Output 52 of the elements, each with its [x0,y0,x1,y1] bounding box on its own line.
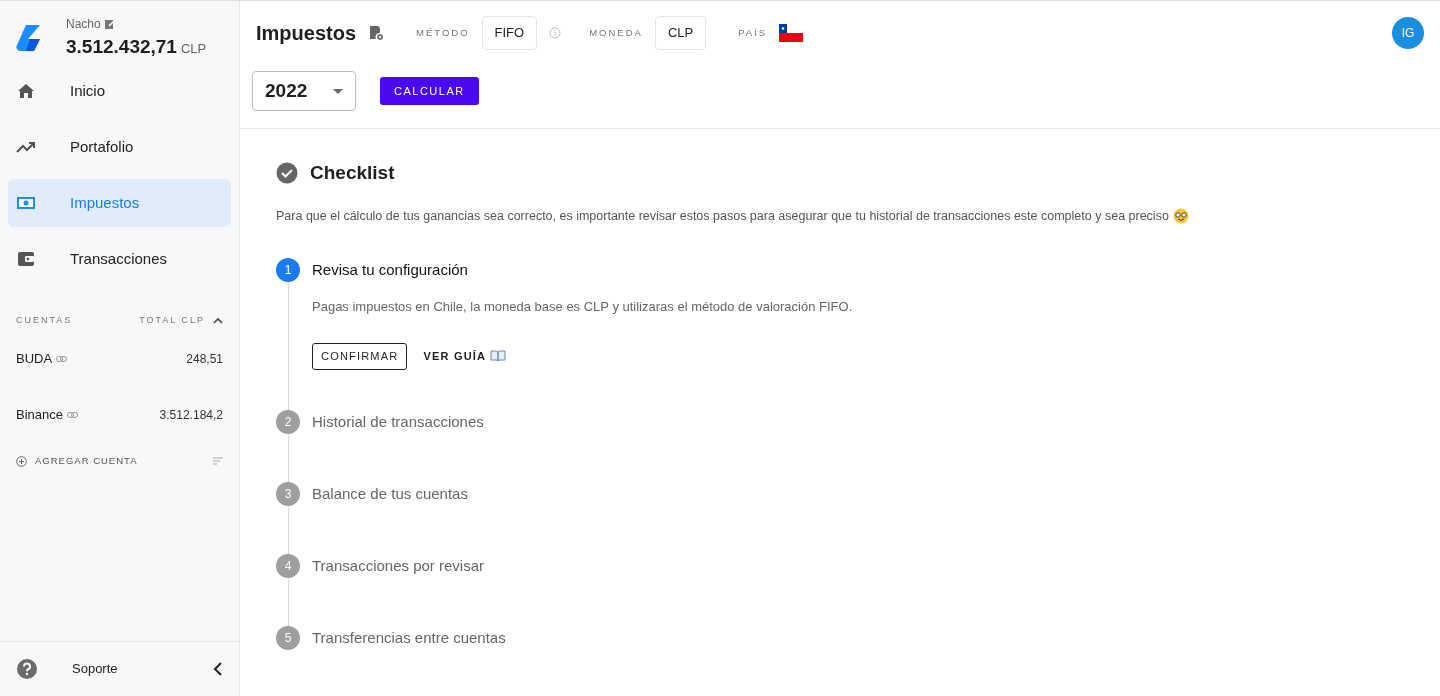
checklist-title: Checklist [310,161,395,185]
collapse-chevron-icon[interactable] [213,662,223,676]
account-name[interactable]: BUDA [16,349,53,369]
method-label: MÉTODO [416,25,470,40]
confirm-button[interactable]: CONFIRMAR [312,342,408,370]
add-circle-icon [16,455,27,467]
account-total: 3.512.184,2 [159,407,223,424]
step-number: 5 [276,625,300,650]
wallet-icon [16,249,36,269]
step-number: 4 [276,553,300,578]
dropdown-caret-icon [333,88,343,94]
account-total: 248,51 [186,351,223,368]
help-icon[interactable] [16,658,38,680]
caret-icon[interactable] [213,317,223,325]
step-title[interactable]: Transacciones por revisar [312,554,484,577]
country-label: PAÍS [738,25,768,40]
edit-icon[interactable] [104,18,115,29]
guide-button[interactable]: VER GUÍA [423,348,507,365]
home-icon [16,81,36,101]
nerd-face-icon [1172,207,1189,224]
step-title[interactable]: Balance de tus cuentas [312,482,468,505]
accounts-heading: CUENTAS [16,314,73,328]
step-number: 2 [276,409,300,434]
step-title[interactable]: Historial de transacciones [312,410,484,433]
add-account-button[interactable]: AGREGAR CUENTA [35,453,138,469]
step-title[interactable]: Revisa tu configuración [312,259,468,282]
link-icon [56,356,68,362]
currency-field[interactable]: CLP [654,16,707,50]
step-number: 1 [276,258,300,283]
step-description: Pagas impuestos en Chile, la moneda base es CLP y utilizaras el método de valoración FIFO. [312,298,854,317]
checklist-intro: Para que el cálculo de tus ganancias sea correcto, es importante revisar estos pasos para asegurar que tu historial de transacciones este completo y sea preciso [276,207,1169,225]
link-icon [67,412,78,418]
nav-item[interactable]: Portafolio [8,123,231,171]
total-heading: TOTAL CLP [139,314,205,328]
account-name[interactable]: Binance [16,405,63,425]
check-circle-icon [276,162,298,185]
currency-label: MONEDA [589,25,643,40]
settings-file-icon[interactable] [368,25,385,41]
balance-currency: CLP [180,39,207,58]
support-link[interactable]: Soporte [72,659,118,679]
method-field[interactable]: FIFO [481,16,538,50]
user-name: Nacho [66,15,101,33]
calculate-button[interactable]: CALCULAR [380,77,479,105]
step-number: 3 [276,481,300,506]
step-title[interactable]: Transferencias entre cuentas [312,626,506,649]
nav-item[interactable]: Transacciones [8,235,231,283]
total-balance: 3.512.432,71 [66,34,177,59]
year-select[interactable]: 2022 [252,71,356,111]
chile-flag-icon[interactable] [779,24,804,42]
nav-item[interactable]: Inicio [8,67,231,115]
page-title: Impuestos [256,21,357,46]
book-icon [490,350,507,363]
